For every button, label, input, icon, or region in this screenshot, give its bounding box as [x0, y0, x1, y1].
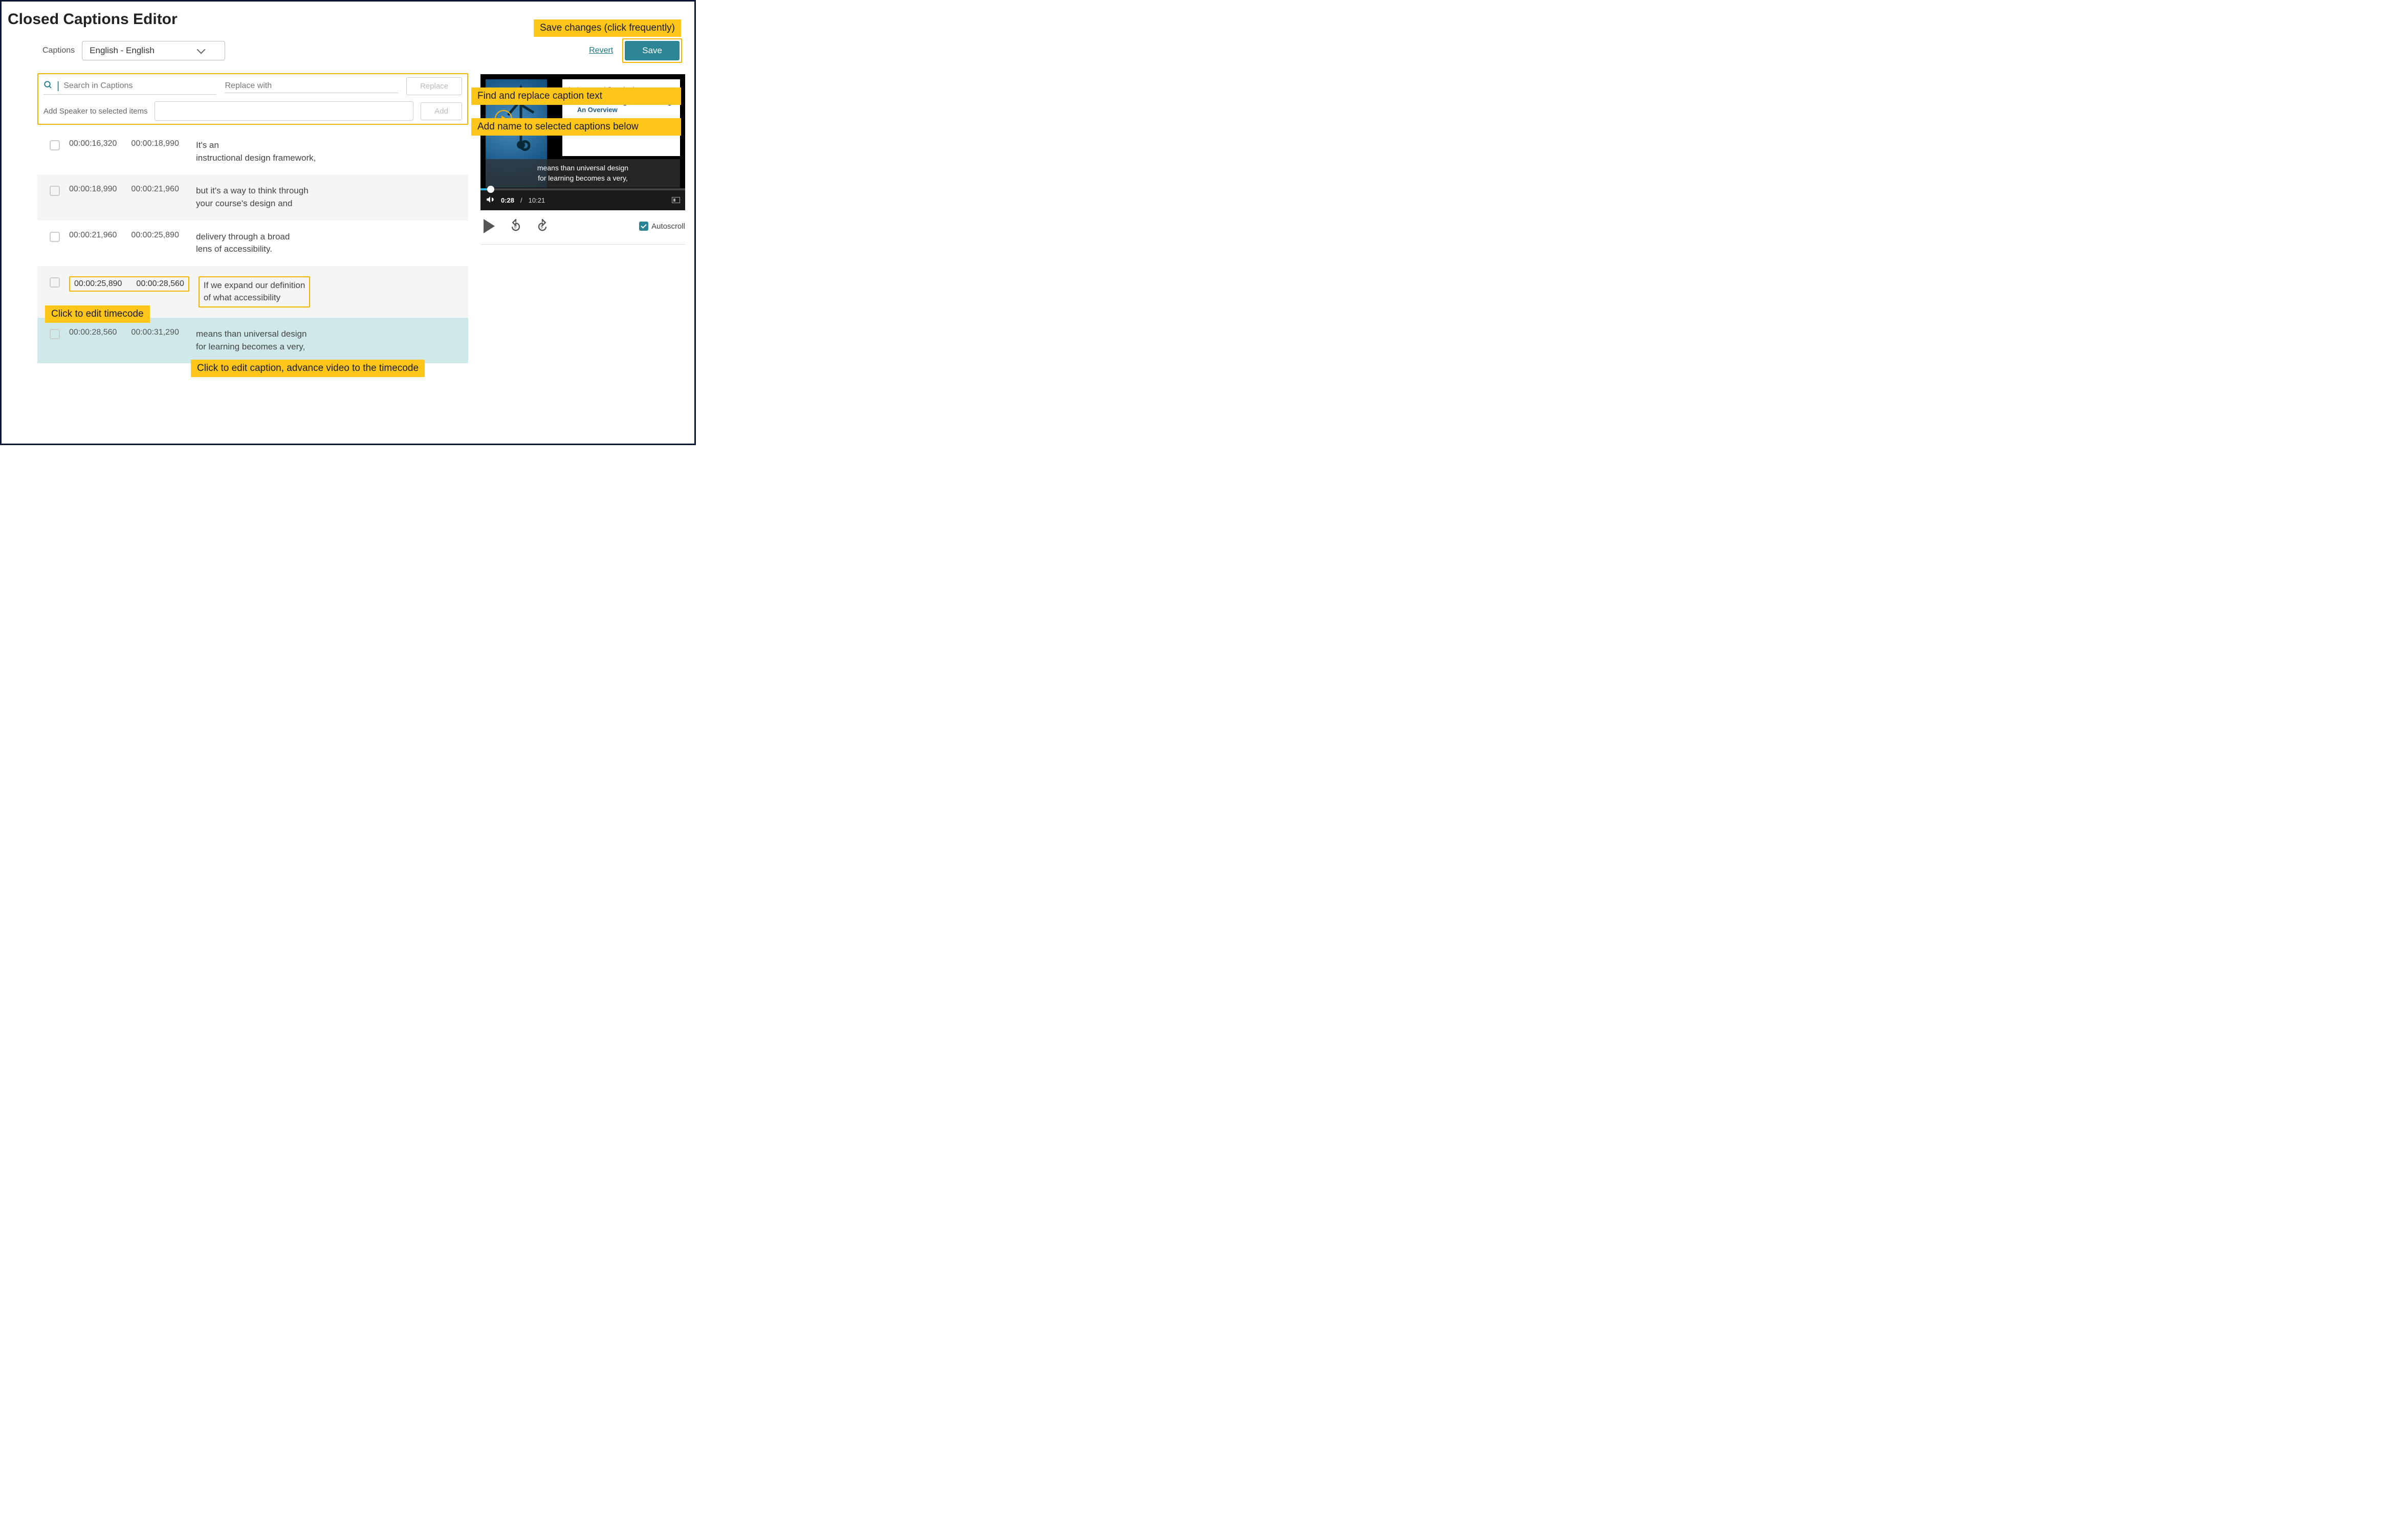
search-input[interactable]: | Search in Captions: [43, 78, 216, 95]
annotation-timecode: Click to edit timecode: [45, 305, 150, 323]
replace-input[interactable]: Replace with: [225, 79, 398, 93]
caption-text[interactable]: delivery through a broadlens of accessib…: [196, 231, 290, 256]
search-placeholder: Search in Captions: [63, 81, 133, 91]
caption-row-active[interactable]: 00:00:28,560 00:00:31,290 means than uni…: [37, 318, 468, 363]
row-checkbox[interactable]: [50, 329, 60, 339]
start-timecode[interactable]: 00:00:16,320: [69, 139, 117, 148]
end-timecode[interactable]: 00:00:31,290: [131, 328, 179, 337]
row-checkbox[interactable]: [50, 140, 60, 150]
svg-text:5: 5: [541, 225, 543, 230]
video-controls: 0:28 / 10:21: [480, 190, 685, 210]
row-checkbox[interactable]: [50, 277, 60, 288]
chevron-down-icon: [197, 46, 206, 54]
start-timecode[interactable]: 00:00:28,560: [69, 328, 117, 337]
progress-bar[interactable]: [480, 188, 685, 190]
volume-icon[interactable]: [486, 195, 495, 206]
time-total: 10:21: [529, 196, 545, 204]
caption-text[interactable]: If we expand our definitionof what acces…: [204, 279, 305, 304]
timecode-highlight-box: 00:00:25,890 00:00:28,560: [69, 276, 189, 292]
row-checkbox[interactable]: [50, 232, 60, 242]
text-cursor: |: [57, 80, 59, 92]
caption-text-highlight-box: If we expand our definitionof what acces…: [199, 276, 310, 307]
caption-row[interactable]: 00:00:18,990 00:00:21,960 but it's a way…: [37, 174, 468, 220]
time-separator: /: [520, 196, 522, 204]
annotation-add: Add name to selected captions below: [471, 118, 681, 136]
annotation-save: Save changes (click frequently): [534, 19, 681, 37]
start-timecode[interactable]: 00:00:18,990: [69, 185, 117, 194]
rewind-5-button[interactable]: 5: [507, 217, 524, 235]
captions-selected-value: English - English: [90, 46, 155, 56]
caption-overlay: means than universal design for learning…: [486, 159, 680, 188]
play-button[interactable]: [480, 217, 498, 235]
annotation-find: Find and replace caption text: [471, 87, 681, 105]
annotation-caption: Click to edit caption, advance video to …: [191, 360, 425, 377]
row-checkbox[interactable]: [50, 186, 60, 196]
caption-text[interactable]: but it's a way to think throughyour cour…: [196, 185, 309, 210]
divider: [480, 244, 685, 245]
svg-text:5: 5: [514, 225, 517, 230]
end-timecode[interactable]: 00:00:28,560: [136, 279, 184, 289]
caption-row[interactable]: 00:00:21,960 00:00:25,890 delivery throu…: [37, 221, 468, 266]
save-button[interactable]: Save: [625, 41, 680, 60]
replace-placeholder: Replace with: [225, 81, 272, 90]
speaker-input[interactable]: [155, 101, 413, 121]
revert-link[interactable]: Revert: [589, 46, 613, 55]
find-replace-toolbox: | Search in Captions Replace with Replac…: [37, 73, 468, 125]
caption-text[interactable]: It's aninstructional design framework,: [196, 139, 316, 164]
add-speaker-button[interactable]: Add: [421, 102, 462, 120]
time-elapsed: 0:28: [501, 196, 514, 204]
end-timecode[interactable]: 00:00:18,990: [131, 139, 179, 148]
captions-label: Captions: [42, 46, 75, 55]
forward-5-button[interactable]: 5: [534, 217, 551, 235]
end-timecode[interactable]: 00:00:21,960: [131, 185, 179, 194]
end-timecode[interactable]: 00:00:25,890: [131, 231, 179, 240]
autoscroll-label: Autoscroll: [651, 222, 685, 231]
caption-row[interactable]: 00:00:16,320 00:00:18,990 It's aninstruc…: [37, 129, 468, 174]
caption-text[interactable]: means than universal designfor learning …: [196, 328, 307, 353]
speaker-label: Add Speaker to selected items: [43, 107, 147, 116]
autoscroll-checkbox[interactable]: [639, 222, 648, 231]
start-timecode[interactable]: 00:00:21,960: [69, 231, 117, 240]
search-icon: [43, 80, 53, 92]
fullscreen-icon[interactable]: [672, 197, 680, 203]
captions-language-select[interactable]: English - English: [82, 41, 225, 60]
replace-button[interactable]: Replace: [406, 77, 462, 95]
caption-list: 00:00:16,320 00:00:18,990 It's aninstruc…: [37, 129, 468, 363]
save-highlight-box: Save: [622, 38, 682, 63]
start-timecode[interactable]: 00:00:25,890: [74, 279, 122, 289]
progress-thumb[interactable]: [487, 186, 494, 193]
